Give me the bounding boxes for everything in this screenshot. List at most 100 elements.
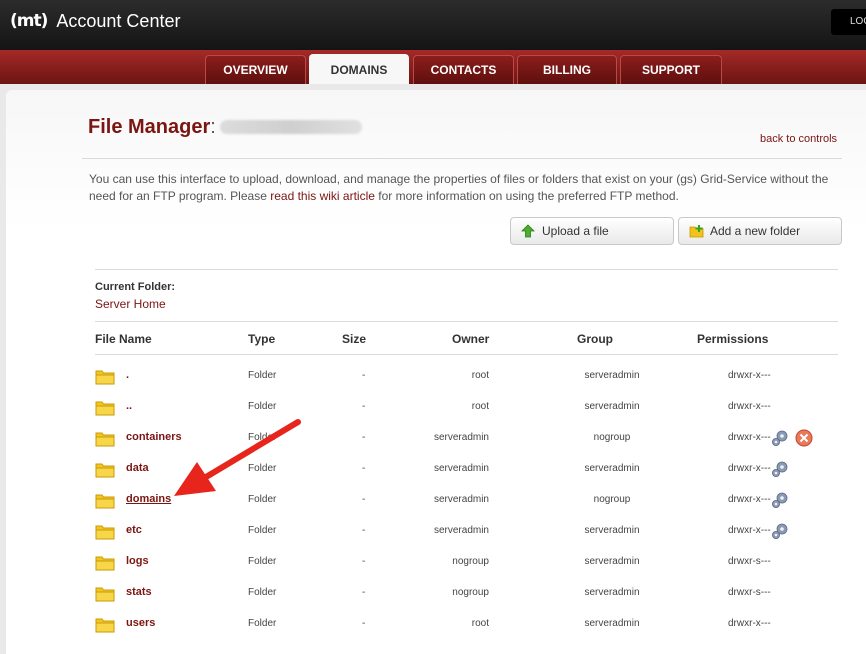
file-owner: nogroup [452, 556, 489, 567]
file-size: - [362, 494, 366, 505]
file-owner: serveradmin [433, 463, 489, 474]
gear-icon[interactable] [770, 459, 790, 479]
table-row[interactable]: stats Folder - nogroup serveradmin drwxr-s--- [95, 578, 840, 609]
up-arrow-icon [521, 224, 535, 238]
table-row[interactable]: . Folder - root serveradmin drwxr-x--- [95, 361, 840, 392]
file-size: - [362, 463, 366, 474]
file-type: Folder [248, 370, 277, 381]
upload-file-label: Upload a file [542, 224, 609, 238]
table-row[interactable]: users Folder - root serveradmin drwxr-x--- [95, 609, 840, 640]
file-permissions: drwxr-x--- [728, 463, 771, 474]
file-permissions: drwxr-x--- [728, 525, 771, 536]
server-path-redacted [220, 120, 362, 134]
file-owner: root [471, 618, 489, 629]
file-size: - [362, 587, 366, 598]
file-name-link[interactable]: . [126, 369, 129, 381]
file-size: - [362, 525, 366, 536]
file-size: - [362, 618, 366, 629]
folder-icon[interactable] [95, 616, 115, 633]
wiki-article-link[interactable]: read this wiki article [270, 189, 375, 203]
table-row[interactable]: etc Folder - serveradmin serveradmin drwxr-x-… [95, 516, 840, 547]
file-name-link[interactable]: stats [126, 586, 152, 598]
app-title: Account Center [56, 10, 181, 31]
folder-icon[interactable] [95, 523, 115, 540]
file-type: Folder [248, 587, 277, 598]
column-header-owner[interactable]: Owner [452, 332, 489, 346]
folder-icon[interactable] [95, 585, 115, 602]
upload-file-button[interactable]: Upload a file [510, 217, 674, 245]
current-folder-link[interactable]: Server Home [95, 297, 166, 311]
file-owner: root [471, 401, 489, 412]
folder-icon[interactable] [95, 554, 115, 571]
table-row[interactable]: logs Folder - nogroup serveradmin drwxr-s--- [95, 547, 840, 578]
tab-contacts[interactable]: CONTACTS [413, 55, 514, 84]
file-size: - [362, 401, 366, 412]
logout-button[interactable]: LOGOUT [831, 9, 866, 35]
file-permissions: drwxr-x--- [728, 618, 771, 629]
folder-icon[interactable] [95, 399, 115, 416]
folder-icon[interactable] [95, 461, 115, 478]
file-type: Folder [248, 463, 277, 474]
file-type: Folder [248, 401, 277, 412]
tab-overview[interactable]: OVERVIEW [205, 55, 306, 84]
file-owner: nogroup [452, 587, 489, 598]
file-owner: serveradmin [433, 525, 489, 536]
logo[interactable]: (mt) Account Center [10, 10, 180, 32]
folder-icon[interactable] [95, 492, 115, 509]
file-name-link[interactable]: logs [126, 555, 149, 567]
column-header-permissions[interactable]: Permissions [697, 332, 768, 346]
file-permissions: drwxr-s--- [728, 556, 771, 567]
table-row[interactable]: containers Folder - serveradmin nogroup drwxr… [95, 423, 840, 454]
file-name-link[interactable]: etc [126, 524, 142, 536]
file-type: Folder [248, 618, 277, 629]
file-owner: serveradmin [433, 494, 489, 505]
logo-mark: (mt) [10, 11, 48, 31]
file-name-link[interactable]: .. [126, 400, 132, 412]
add-folder-icon [689, 225, 704, 238]
folder-icon[interactable] [95, 368, 115, 385]
main-nav: OVERVIEW DOMAINS CONTACTS BILLING SUPPOR… [0, 50, 866, 84]
file-size: - [362, 556, 366, 567]
intro-text: You can use this interface to upload, do… [89, 172, 829, 203]
file-permissions: drwxr-x--- [728, 432, 771, 443]
header-divider [95, 354, 838, 355]
gear-icon[interactable] [770, 490, 790, 510]
file-name-link[interactable]: domains [126, 493, 171, 505]
top-bar: (mt) Account Center LOGOUT [0, 0, 866, 50]
column-header-size[interactable]: Size [342, 332, 366, 346]
table-row[interactable]: data Folder - serveradmin serveradmin drwxr-x… [95, 454, 840, 485]
divider [95, 321, 838, 322]
column-header-type[interactable]: Type [248, 332, 275, 346]
divider [82, 158, 842, 159]
column-header-name[interactable]: File Name [95, 332, 152, 346]
add-folder-button[interactable]: Add a new folder [678, 217, 842, 245]
file-owner: serveradmin [433, 432, 489, 443]
tab-domains[interactable]: DOMAINS [309, 54, 409, 84]
delete-icon[interactable] [795, 429, 813, 447]
table-row[interactable]: .. Folder - root serveradmin drwxr-x--- [95, 392, 840, 423]
file-name-link[interactable]: containers [126, 431, 182, 443]
file-name-link[interactable]: users [126, 617, 155, 629]
gear-icon[interactable] [770, 428, 790, 448]
current-folder-label: Current Folder: [95, 281, 176, 293]
tab-support[interactable]: SUPPORT [620, 55, 722, 84]
file-permissions: drwxr-x--- [728, 370, 771, 381]
column-header-group[interactable]: Group [577, 332, 613, 346]
file-size: - [362, 432, 366, 443]
file-owner: root [471, 370, 489, 381]
divider [95, 269, 838, 270]
file-name-link[interactable]: data [126, 462, 149, 474]
tab-billing[interactable]: BILLING [517, 55, 617, 84]
file-type: Folder [248, 432, 277, 443]
add-folder-label: Add a new folder [710, 224, 801, 238]
folder-icon[interactable] [95, 430, 115, 447]
file-type: Folder [248, 494, 277, 505]
table-row[interactable]: domains Folder - serveradmin nogroup drwxr-x-… [95, 485, 840, 516]
file-permissions: drwxr-x--- [728, 401, 771, 412]
back-to-controls-link[interactable]: back to controls [760, 133, 837, 145]
file-type: Folder [248, 556, 277, 567]
gear-icon[interactable] [770, 521, 790, 541]
file-type: Folder [248, 525, 277, 536]
file-permissions: drwxr-x--- [728, 494, 771, 505]
page-title: File Manager: [88, 116, 216, 138]
